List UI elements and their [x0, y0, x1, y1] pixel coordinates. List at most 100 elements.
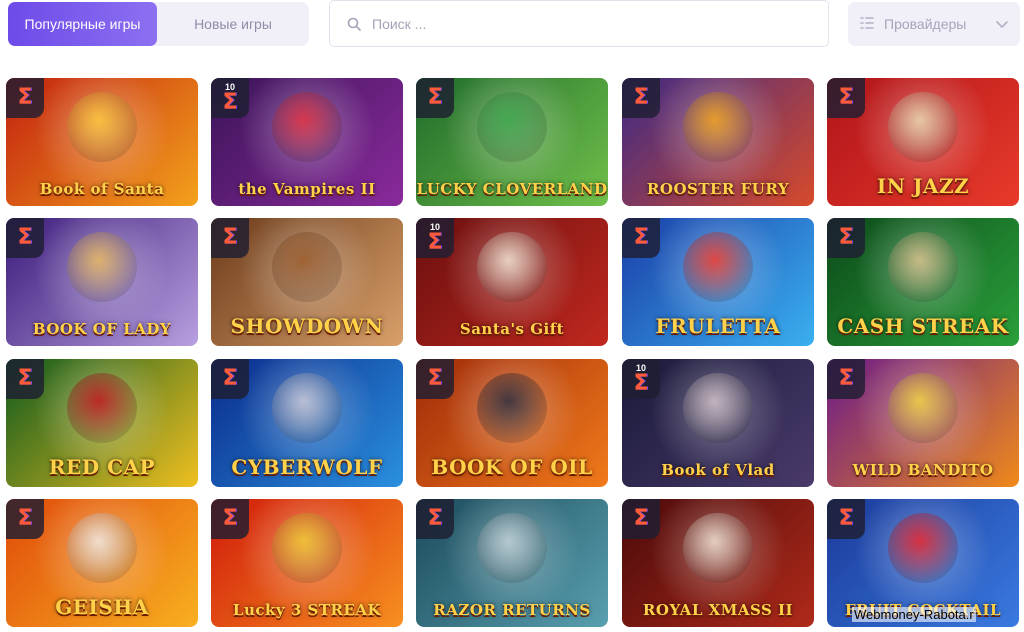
game-card[interactable]: 10 Σ Book of Vlad: [622, 359, 814, 487]
game-category-tabs: Популярные игры Новые игры: [8, 2, 309, 46]
provider-badge: Σ: [827, 78, 865, 118]
game-character-art: [683, 92, 753, 162]
provider-badge: Σ: [6, 218, 44, 258]
provider-badge: Σ: [416, 359, 454, 399]
game-card[interactable]: Σ FRULETTA: [622, 218, 814, 346]
provider-badge: 10 Σ: [622, 359, 660, 399]
provider-logo-icon: Σ: [633, 506, 649, 531]
game-card[interactable]: Σ LUCKY CLOVERLAND: [416, 78, 608, 206]
provider-logo-icon: Σ: [222, 225, 238, 250]
game-character-art: [477, 92, 547, 162]
game-card[interactable]: Σ Lucky 3 STREAK: [211, 499, 403, 627]
game-card[interactable]: Σ IN JAZZ: [827, 78, 1019, 206]
game-card[interactable]: Σ ROOSTER FURY: [622, 78, 814, 206]
game-character-art: [683, 373, 753, 443]
games-grid: Σ Book of Santa 10 Σ the Vampires II Σ LUCKY C…: [6, 78, 1024, 632]
provider-badge: Σ: [6, 359, 44, 399]
game-card[interactable]: Σ BOOK OF OIL: [416, 359, 608, 487]
game-card[interactable]: Σ RED CAP: [6, 359, 198, 487]
game-character-art: [683, 232, 753, 302]
provider-badge: 10 Σ: [416, 218, 454, 258]
provider-badge: Σ: [622, 218, 660, 258]
provider-badge: Σ: [827, 499, 865, 539]
game-card[interactable]: Σ BOOK OF LADY: [6, 218, 198, 346]
provider-logo-icon: Σ: [427, 366, 443, 391]
game-card[interactable]: Σ GEISHA: [6, 499, 198, 627]
game-card[interactable]: Σ CASH STREAK: [827, 218, 1019, 346]
provider-logo-icon: Σ: [633, 85, 649, 110]
game-title: CYBERWOLF: [231, 455, 383, 479]
provider-logo-icon: Σ: [222, 506, 238, 531]
game-card[interactable]: Σ WILD BANDITO: [827, 359, 1019, 487]
tab-popular-games[interactable]: Популярные игры: [8, 2, 157, 46]
game-character-art: [888, 513, 958, 583]
provider-logo-icon: Σ: [222, 366, 238, 391]
game-card[interactable]: Σ SHOWDOWN: [211, 218, 403, 346]
tab-new-games[interactable]: Новые игры: [157, 2, 309, 46]
provider-logo-icon: Σ: [17, 366, 33, 391]
game-title: GEISHA: [55, 595, 149, 619]
game-title: IN JAZZ: [876, 174, 970, 198]
game-card[interactable]: 10 Σ Santa's Gift: [416, 218, 608, 346]
game-title: Book of Santa: [39, 180, 165, 198]
game-title: ROOSTER FURY: [646, 180, 790, 198]
provider-logo-icon: Σ: [427, 85, 443, 110]
game-title: Lucky 3 STREAK: [232, 601, 382, 619]
provider-badge: Σ: [622, 499, 660, 539]
game-character-art: [67, 232, 137, 302]
game-card[interactable]: 10 Σ the Vampires II: [211, 78, 403, 206]
game-title: WILD BANDITO: [852, 461, 994, 479]
game-title: RED CAP: [48, 455, 156, 479]
search-icon: [336, 17, 372, 31]
game-title: FRULETTA: [655, 314, 781, 338]
provider-logo-icon: Σ: [838, 85, 854, 110]
chevron-down-icon: [996, 16, 1008, 32]
game-title: Santa's Gift: [459, 320, 565, 338]
provider-badge: Σ: [211, 218, 249, 258]
game-character-art: [272, 513, 342, 583]
provider-logo-icon: Σ: [633, 225, 649, 250]
provider-logo-icon: Σ: [838, 506, 854, 531]
provider-badge: Σ: [416, 78, 454, 118]
provider-logo-icon: Σ: [17, 506, 33, 531]
providers-dropdown[interactable]: Провайдеры: [848, 2, 1020, 46]
game-card[interactable]: Σ RAZOR RETURNS: [416, 499, 608, 627]
provider-badge: Σ: [211, 359, 249, 399]
game-character-art: [477, 373, 547, 443]
game-title: RAZOR RETURNS: [433, 601, 591, 619]
provider-badge: Σ: [6, 78, 44, 118]
provider-logo-icon: Σ: [427, 229, 443, 255]
filter-icon: [860, 16, 874, 33]
watermark: Webmoney-Rabota.r: [852, 607, 976, 622]
game-title: LUCKY CLOVERLAND: [416, 180, 608, 198]
game-character-art: [272, 92, 342, 162]
provider-badge: Σ: [211, 499, 249, 539]
game-title: CASH STREAK: [837, 314, 1009, 338]
provider-badge: Σ: [416, 499, 454, 539]
game-character-art: [477, 232, 547, 302]
game-character-art: [888, 373, 958, 443]
provider-logo-icon: Σ: [222, 89, 238, 115]
game-character-art: [272, 373, 342, 443]
game-character-art: [67, 513, 137, 583]
provider-badge: Σ: [827, 359, 865, 399]
provider-logo-icon: Σ: [17, 85, 33, 110]
search-box: [329, 0, 829, 47]
provider-logo-icon: Σ: [427, 506, 443, 531]
game-card[interactable]: Σ ROYAL XMASS II: [622, 499, 814, 627]
provider-badge: Σ: [6, 499, 44, 539]
game-card[interactable]: Σ CYBERWOLF: [211, 359, 403, 487]
game-card[interactable]: Σ Book of Santa: [6, 78, 198, 206]
game-title: SHOWDOWN: [230, 314, 384, 338]
game-character-art: [888, 232, 958, 302]
game-character-art: [477, 513, 547, 583]
provider-badge: Σ: [622, 78, 660, 118]
game-title: BOOK OF OIL: [431, 455, 593, 479]
providers-label: Провайдеры: [884, 16, 967, 32]
provider-badge: Σ: [827, 218, 865, 258]
search-input[interactable]: [372, 15, 792, 32]
provider-logo-icon: Σ: [838, 366, 854, 391]
game-title: the Vampires II: [238, 180, 376, 198]
provider-logo-icon: Σ: [633, 370, 649, 396]
game-character-art: [67, 92, 137, 162]
